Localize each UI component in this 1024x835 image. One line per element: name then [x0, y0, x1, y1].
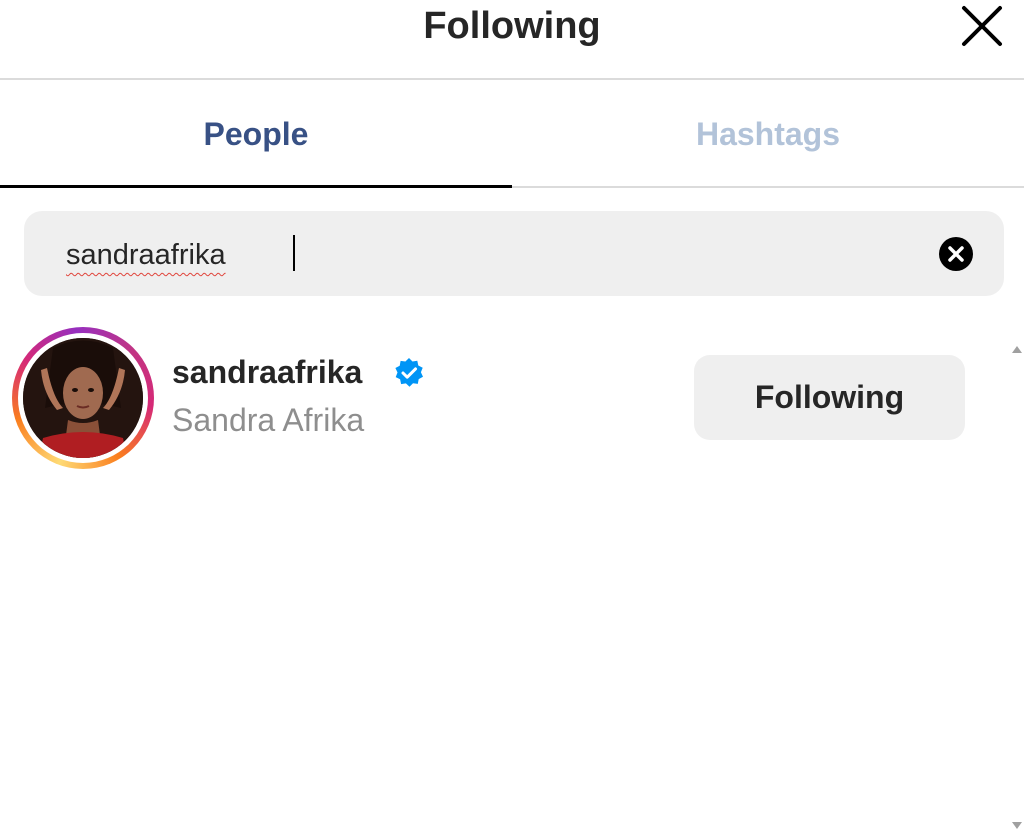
following-dialog: Following People Hashtags sandraafrika s… — [0, 0, 1024, 835]
search-input-value: sandraafrika — [66, 239, 226, 271]
text-caret — [293, 235, 295, 271]
clear-circle-icon[interactable] — [938, 236, 974, 272]
tab-people[interactable]: People — [0, 80, 512, 188]
following-button[interactable]: Following — [694, 355, 965, 440]
dialog-header: Following — [0, 0, 1024, 80]
tab-hashtags-label: Hashtags — [695, 115, 841, 152]
search-field[interactable]: sandraafrika — [24, 211, 1004, 296]
avatar-photo — [23, 338, 143, 458]
result-username[interactable]: sandraafrika — [172, 354, 362, 391]
result-full-name: Sandra Afrika — [172, 402, 365, 438]
scrollbar[interactable] — [1012, 316, 1024, 835]
avatar-border — [18, 333, 148, 463]
tab-people-label: People — [203, 115, 309, 152]
list-item[interactable]: sandraafrika Sandra Afrika Following — [0, 320, 1010, 480]
avatar[interactable] — [12, 327, 154, 469]
search-input[interactable]: sandraafrika — [66, 233, 226, 277]
verified-badge-icon — [393, 357, 425, 389]
dialog-title: Following — [423, 5, 601, 47]
tab-bar: People Hashtags — [0, 80, 1024, 188]
scroll-up-arrow-icon[interactable] — [1012, 346, 1022, 353]
scroll-down-arrow-icon[interactable] — [1012, 822, 1022, 829]
tab-hashtags[interactable]: Hashtags — [512, 80, 1024, 188]
close-icon[interactable] — [960, 4, 1004, 48]
